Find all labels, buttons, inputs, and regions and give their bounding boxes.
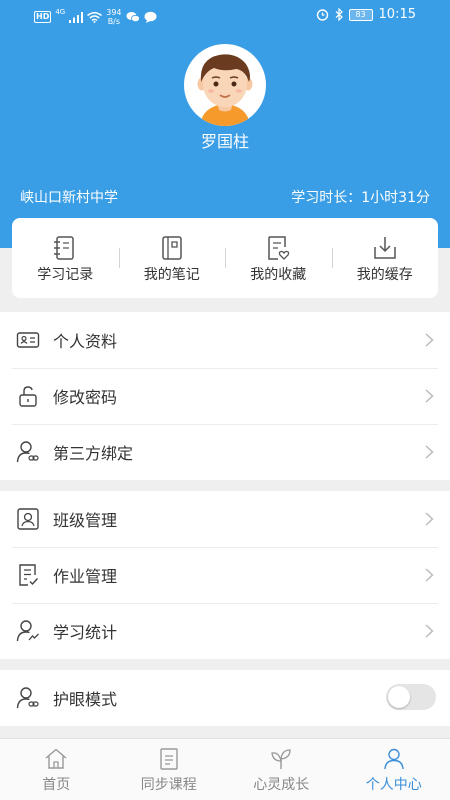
tab-home[interactable]: 首页 — [0, 739, 113, 800]
menu-group-settings: 护眼模式 — [0, 670, 450, 726]
chevron-right-icon — [425, 333, 434, 347]
quick-action-notes[interactable]: 我的笔记 — [118, 218, 226, 298]
menu-item-eye-care-mode: 护眼模式 — [0, 670, 450, 726]
menu-item-label: 学习统计 — [53, 623, 118, 642]
signal-icon — [69, 11, 84, 23]
eye-care-toggle[interactable] — [386, 684, 436, 710]
message-icon — [144, 11, 157, 23]
menu-group-teaching: 班级管理 作业管理 学习统计 — [0, 491, 450, 659]
user-name: 罗国柱 — [200, 132, 249, 151]
homework-icon — [19, 564, 39, 586]
menu-item-class-management[interactable]: 班级管理 — [0, 491, 450, 547]
person-icon — [384, 748, 404, 770]
toggle-knob — [388, 686, 410, 708]
menu-item-third-party-binding[interactable]: 第三方绑定 — [0, 424, 450, 480]
chevron-right-icon — [425, 624, 434, 638]
menu-item-label: 个人资料 — [53, 332, 118, 351]
school-name: 峡山口新村中学 — [20, 190, 118, 206]
quick-actions-card: 学习记录 我的笔记 我的收藏 我的缓存 — [12, 218, 438, 298]
menu-group-account: 个人资料 修改密码 第三方绑定 — [0, 312, 450, 480]
leaf-icon — [271, 749, 291, 769]
wifi-icon — [87, 11, 103, 23]
wechat-icon — [126, 12, 140, 23]
class-icon — [17, 508, 39, 530]
unlock-icon — [19, 386, 37, 407]
speed-value: 394 — [106, 8, 122, 17]
quick-action-label: 学习记录 — [37, 267, 94, 283]
boy-avatar-icon — [197, 54, 253, 126]
chevron-right-icon — [425, 389, 434, 403]
status-bar: HD 4G 394 B/s 83 10:15 — [0, 0, 450, 32]
home-icon — [45, 748, 67, 769]
tab-mind-growth[interactable]: 心灵成长 — [225, 739, 338, 800]
menu-item-label: 第三方绑定 — [53, 444, 134, 463]
chevron-right-icon — [425, 512, 434, 526]
tab-personal-center[interactable]: 个人中心 — [338, 739, 450, 800]
tab-label: 心灵成长 — [253, 777, 310, 793]
menu-item-label: 作业管理 — [53, 567, 118, 586]
speed-unit: B/s — [107, 17, 121, 26]
hd-badge: HD — [34, 11, 52, 23]
id-card-icon — [16, 332, 40, 348]
battery-icon: 83 — [348, 8, 373, 21]
quick-action-label: 我的收藏 — [250, 267, 307, 283]
notes-icon — [162, 236, 182, 260]
status-left: HD 4G 394 B/s — [34, 8, 157, 26]
quick-action-cache[interactable]: 我的缓存 — [331, 218, 439, 298]
notebook-icon — [54, 236, 74, 260]
tab-sync-course[interactable]: 同步课程 — [113, 739, 226, 800]
menu-item-homework-management[interactable]: 作业管理 — [0, 547, 450, 603]
menu-item-profile[interactable]: 个人资料 — [0, 312, 450, 368]
clock: 10:15 — [378, 7, 416, 22]
alarm-icon — [316, 9, 328, 21]
tab-label: 个人中心 — [365, 777, 422, 793]
avatar[interactable] — [184, 44, 266, 126]
quick-action-label: 我的缓存 — [356, 267, 413, 283]
chevron-right-icon — [425, 445, 434, 459]
quick-action-favorites[interactable]: 我的收藏 — [225, 218, 332, 298]
menu-item-label: 修改密码 — [53, 388, 118, 407]
menu-item-change-password[interactable]: 修改密码 — [0, 368, 450, 424]
tab-label: 首页 — [42, 777, 71, 793]
download-icon — [374, 237, 396, 259]
profile-header: HD 4G 394 B/s 83 10:15 罗国柱 峡山口新村中学 学习时长：… — [0, 0, 450, 248]
quick-action-label: 我的笔记 — [143, 267, 200, 283]
menu-item-study-statistics[interactable]: 学习统计 — [0, 603, 450, 659]
favorite-doc-icon — [268, 236, 290, 260]
bluetooth-icon — [335, 8, 343, 21]
network-speed: 394 B/s — [106, 8, 121, 26]
quick-action-study-record[interactable]: 学习记录 — [12, 218, 119, 298]
menu-item-label: 班级管理 — [53, 511, 118, 530]
eye-care-icon — [16, 687, 39, 709]
bottom-tab-bar: 首页 同步课程 心灵成长 个人中心 — [0, 738, 450, 800]
chevron-right-icon — [425, 568, 434, 582]
study-time: 学习时长：1小时31分 — [291, 190, 430, 206]
tab-label: 同步课程 — [140, 777, 197, 793]
status-right: 83 10:15 — [316, 7, 416, 22]
user-link-icon — [16, 441, 39, 463]
menu-item-label: 护眼模式 — [53, 690, 118, 709]
network-type: 4G — [55, 8, 66, 16]
stats-user-icon — [16, 620, 39, 642]
course-icon — [160, 748, 178, 770]
